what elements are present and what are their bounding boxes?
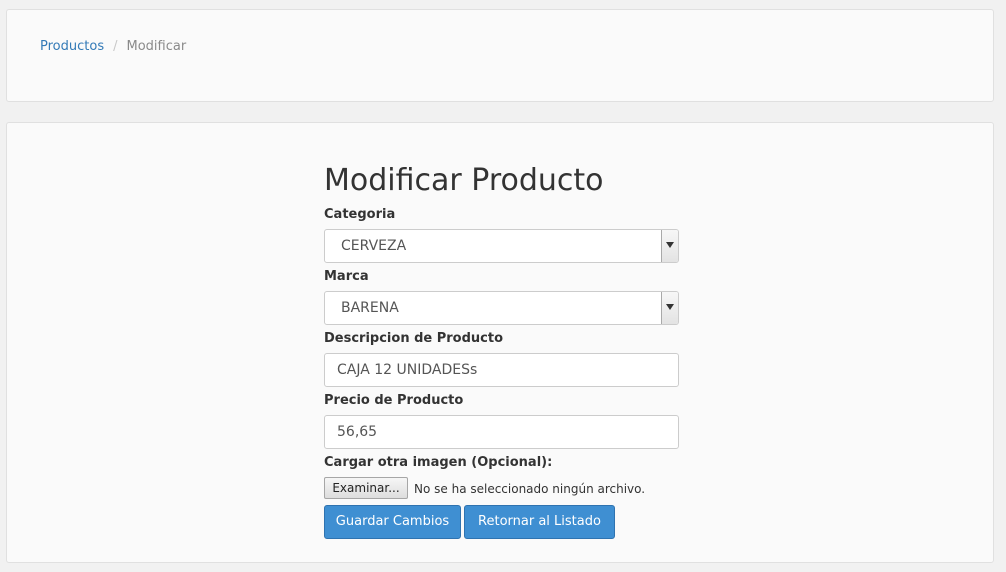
marca-selected-value: BARENA [341,300,399,316]
precio-input[interactable]: 56,65 [324,415,679,449]
form-panel: Modificar Producto Categoria CERVEZA Mar… [6,122,994,563]
breadcrumb-panel: Productos / Modificar [6,9,994,102]
file-browse-button[interactable]: Examinar... [324,477,408,499]
imagen-label: Cargar otra imagen (Opcional): [324,455,553,470]
chevron-down-icon[interactable] [661,230,678,262]
precio-label: Precio de Producto [324,393,464,408]
breadcrumb: Productos / Modificar [40,39,186,55]
file-status-text: No se ha seleccionado ningún archivo. [414,482,646,496]
save-changes-button[interactable]: Guardar Cambios [324,505,461,539]
page-title: Modificar Producto [324,163,604,198]
breadcrumb-current: Modificar [126,39,187,54]
categoria-select[interactable]: CERVEZA [324,229,679,263]
breadcrumb-link-productos[interactable]: Productos [40,39,104,54]
descripcion-label: Descripcion de Producto [324,331,504,346]
breadcrumb-separator: / [113,39,118,54]
categoria-label: Categoria [324,207,396,222]
marca-label: Marca [324,269,369,284]
categoria-selected-value: CERVEZA [341,238,407,254]
chevron-down-icon[interactable] [661,292,678,324]
back-to-list-button[interactable]: Retornar al Listado [464,505,615,539]
descripcion-input[interactable]: CAJA 12 UNIDADESs [324,353,679,387]
marca-select[interactable]: BARENA [324,291,679,325]
